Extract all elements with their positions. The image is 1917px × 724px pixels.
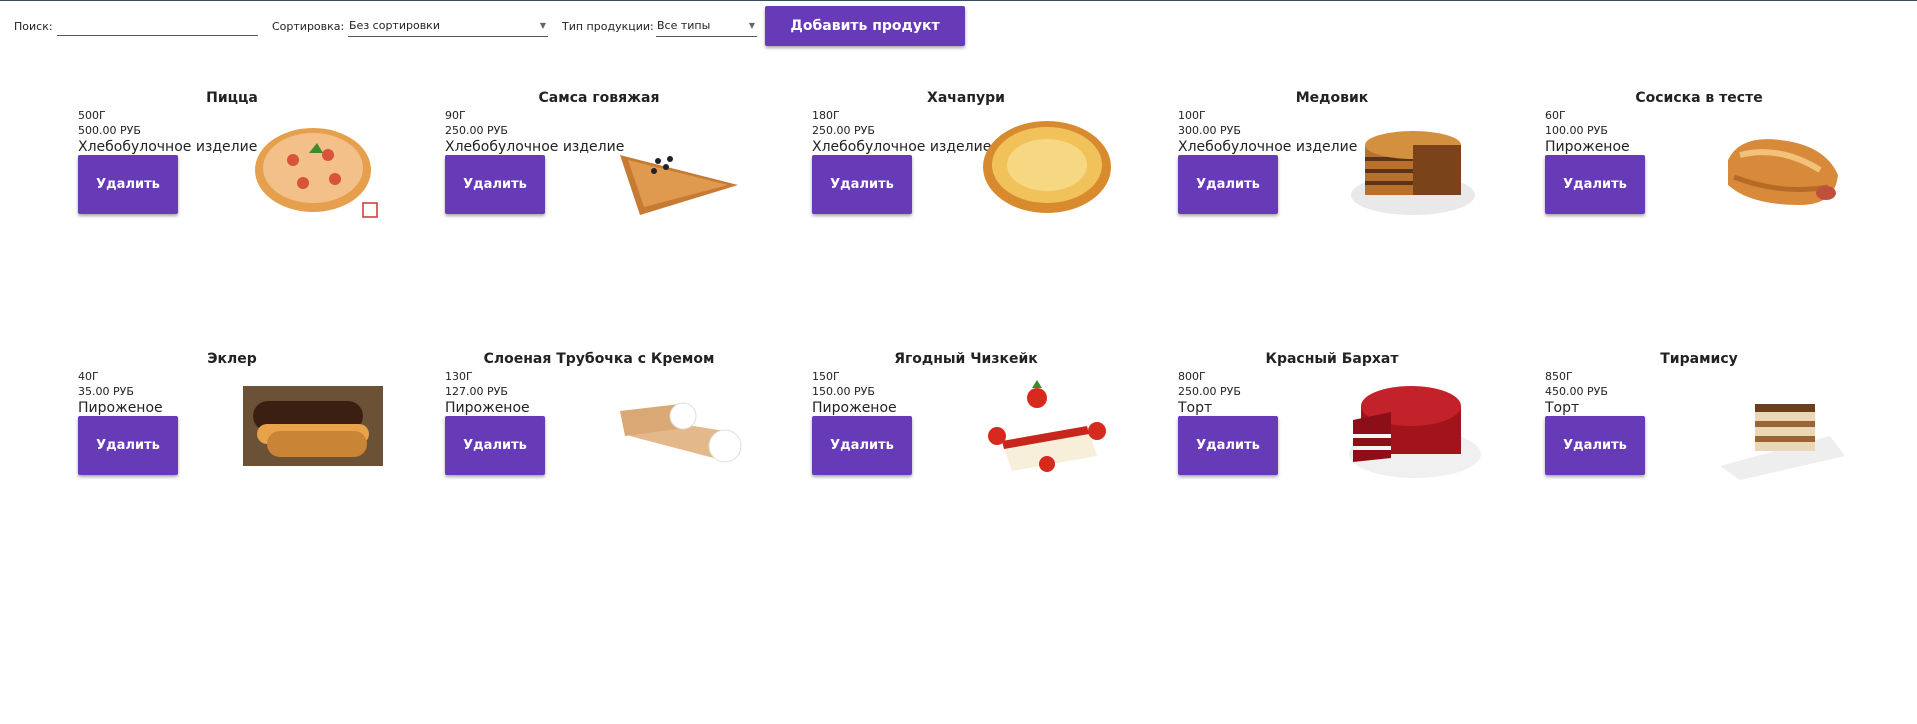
- product-name: Ягодный Чизкейк: [894, 351, 1038, 367]
- product-price: 450.00 РУБ: [1545, 385, 1608, 398]
- khachapuri-image: [977, 115, 1117, 220]
- product-price: 127.00 РУБ: [445, 385, 508, 398]
- sausage-roll-image: [1710, 115, 1850, 220]
- product-price: 150.00 РУБ: [812, 385, 875, 398]
- product-price: 35.00 РУБ: [78, 385, 134, 398]
- sort-select[interactable]: Без сортировки ▼: [348, 14, 548, 37]
- sort-label: Сортировка:: [272, 20, 345, 33]
- product-card: Ягодный Чизкейк 150Г 150.00 РУБ Пирожено…: [812, 351, 1178, 531]
- add-product-button[interactable]: Добавить продукт: [765, 6, 965, 46]
- product-card: Сосиска в тесте 60Г 100.00 РУБ Пироженое…: [1545, 90, 1911, 270]
- cream-horn-image: [610, 376, 750, 481]
- product-card: Слоеная Трубочка с Кремом 130Г 127.00 РУ…: [445, 351, 811, 531]
- product-type: Хлебобулочное изделие: [1178, 139, 1358, 155]
- product-weight: 100Г: [1178, 109, 1206, 122]
- sort-select-value: Без сортировки: [349, 19, 440, 32]
- product-type: Хлебобулочное изделие: [78, 139, 258, 155]
- chevron-down-icon: ▼: [748, 21, 755, 30]
- delete-button[interactable]: Удалить: [812, 416, 912, 475]
- product-name: Красный Бархат: [1265, 351, 1399, 367]
- product-name: Хачапури: [927, 90, 1005, 106]
- delete-button[interactable]: Удалить: [78, 155, 178, 214]
- delete-button[interactable]: Удалить: [78, 416, 178, 475]
- delete-button[interactable]: Удалить: [1545, 416, 1645, 475]
- delete-button[interactable]: Удалить: [445, 416, 545, 475]
- product-name: Эклер: [207, 351, 257, 367]
- product-name: Медовик: [1295, 90, 1369, 106]
- product-type: Торт: [1178, 400, 1213, 416]
- product-name: Пицца: [206, 90, 258, 106]
- toolbar: Поиск: Сортировка: Без сортировки ▼ Тип …: [0, 0, 1917, 50]
- product-weight: 60Г: [1545, 109, 1566, 122]
- delete-button[interactable]: Удалить: [1178, 416, 1278, 475]
- eclair-image: [243, 376, 383, 481]
- product-card: Медовик 100Г 300.00 РУБ Хлебобулочное из…: [1178, 90, 1544, 270]
- samsa-image: [610, 115, 750, 220]
- type-label: Тип продукции:: [562, 20, 654, 33]
- product-type: Хлебобулочное изделие: [812, 139, 992, 155]
- delete-button[interactable]: Удалить: [1178, 155, 1278, 214]
- type-select[interactable]: Все типы ▼: [656, 14, 757, 37]
- delete-button[interactable]: Удалить: [812, 155, 912, 214]
- red-velvet-image: [1343, 376, 1483, 481]
- search-input[interactable]: [57, 14, 258, 36]
- product-weight: 90Г: [445, 109, 466, 122]
- product-weight: 130Г: [445, 370, 473, 383]
- product-price: 250.00 РУБ: [812, 124, 875, 137]
- product-card: Тирамису 850Г 450.00 РУБ Торт Удалить: [1545, 351, 1911, 531]
- tiramisu-image: [1710, 376, 1850, 481]
- pizza-image: [243, 115, 383, 220]
- product-price: 250.00 РУБ: [445, 124, 508, 137]
- product-type: Пироженое: [78, 400, 163, 416]
- search-label: Поиск:: [14, 20, 53, 33]
- delete-button[interactable]: Удалить: [445, 155, 545, 214]
- product-name: Сосиска в тесте: [1635, 90, 1763, 106]
- product-price: 250.00 РУБ: [1178, 385, 1241, 398]
- product-type: Хлебобулочное изделие: [445, 139, 625, 155]
- product-price: 500.00 РУБ: [78, 124, 141, 137]
- product-type: Торт: [1545, 400, 1580, 416]
- product-name: Слоеная Трубочка с Кремом: [483, 351, 715, 367]
- product-weight: 850Г: [1545, 370, 1573, 383]
- type-select-value: Все типы: [657, 19, 711, 32]
- product-card: Самса говяжая 90Г 250.00 РУБ Хлебобулочн…: [445, 90, 811, 270]
- product-type: Пироженое: [812, 400, 897, 416]
- product-weight: 500Г: [78, 109, 106, 122]
- product-card: Пицца 500Г 500.00 РУБ Хлебобулочное изде…: [78, 90, 444, 270]
- product-type: Пироженое: [445, 400, 530, 416]
- product-weight: 40Г: [78, 370, 99, 383]
- product-type: Пироженое: [1545, 139, 1630, 155]
- product-weight: 180Г: [812, 109, 840, 122]
- product-price: 100.00 РУБ: [1545, 124, 1608, 137]
- product-card: Эклер 40Г 35.00 РУБ Пироженое Удалить: [78, 351, 444, 531]
- product-price: 300.00 РУБ: [1178, 124, 1241, 137]
- honey-cake-image: [1343, 115, 1483, 220]
- delete-button[interactable]: Удалить: [1545, 155, 1645, 214]
- cheesecake-image: [977, 376, 1117, 481]
- product-card: Хачапури 180Г 250.00 РУБ Хлебобулочное и…: [812, 90, 1178, 270]
- product-weight: 800Г: [1178, 370, 1206, 383]
- product-name: Самса говяжая: [538, 90, 660, 106]
- product-name: Тирамису: [1660, 351, 1738, 367]
- product-weight: 150Г: [812, 370, 840, 383]
- product-card: Красный Бархат 800Г 250.00 РУБ Торт Удал…: [1178, 351, 1544, 531]
- chevron-down-icon: ▼: [539, 21, 546, 30]
